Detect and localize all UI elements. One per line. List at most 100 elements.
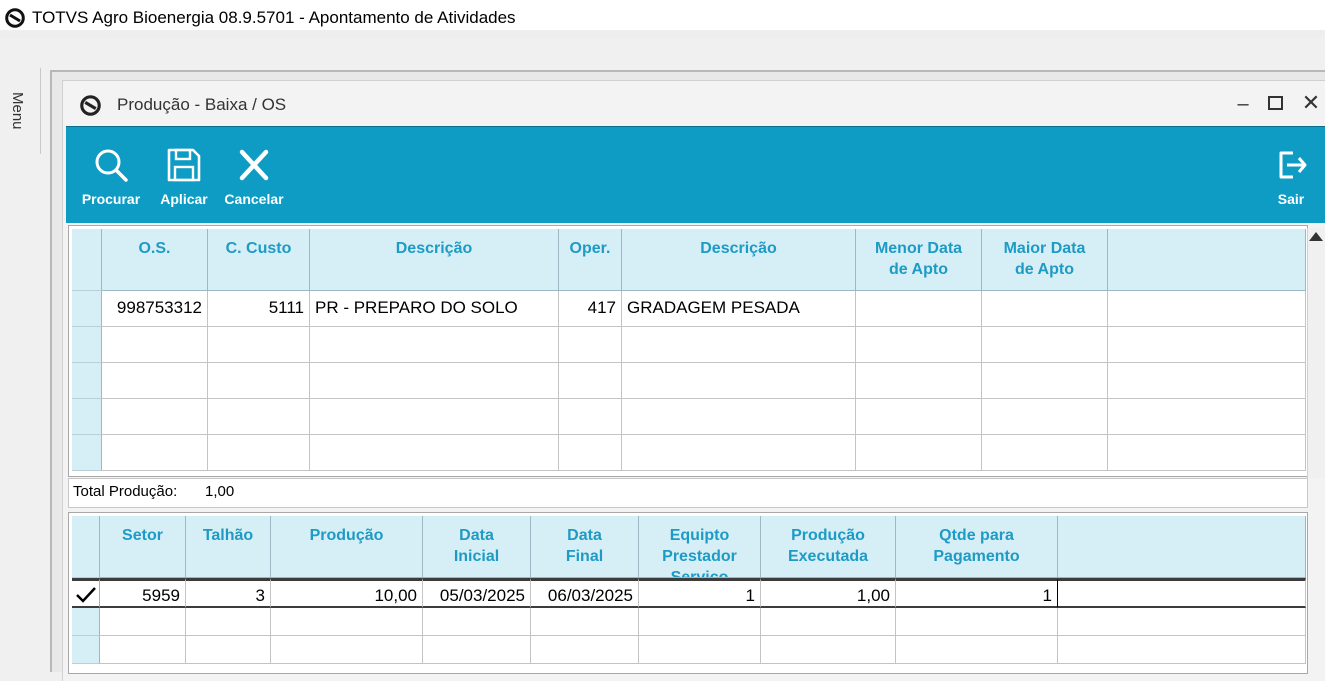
cell-data-final[interactable]: 06/03/2025	[531, 578, 639, 608]
col-header-os[interactable]: O.S.	[102, 229, 208, 291]
grid-cell-empty[interactable]	[982, 399, 1108, 435]
grid-cell-empty[interactable]	[186, 636, 271, 664]
grid-cell-empty[interactable]	[271, 636, 423, 664]
grid-cell-empty[interactable]	[856, 363, 982, 399]
grid-cell-empty[interactable]	[982, 435, 1108, 471]
grid-cell-empty[interactable]	[559, 399, 622, 435]
col-header-descricao[interactable]: Descrição	[310, 229, 559, 291]
vertical-scrollbar[interactable]	[1307, 228, 1325, 478]
header-line: Final	[565, 548, 604, 565]
cell-descricao[interactable]: PR - PREPARO DO SOLO	[310, 291, 559, 327]
grid-cell-empty[interactable]	[100, 608, 186, 636]
grid-cell-empty[interactable]	[896, 636, 1058, 664]
grid-cell-empty[interactable]	[1108, 435, 1306, 471]
grid-cell-empty[interactable]	[559, 435, 622, 471]
grid-cell-empty[interactable]	[1058, 608, 1306, 636]
grid-cell-empty[interactable]	[982, 327, 1108, 363]
checkmark-icon	[76, 587, 96, 603]
grid-cell-empty[interactable]	[761, 608, 896, 636]
row-selector[interactable]	[72, 399, 102, 435]
cell-menor-data[interactable]	[856, 291, 982, 327]
cell-data-inicial[interactable]: 05/03/2025	[423, 578, 531, 608]
grid-cell-empty[interactable]	[622, 399, 856, 435]
grid-cell-empty[interactable]	[622, 435, 856, 471]
grid-cell-empty[interactable]	[531, 608, 639, 636]
grid-cell-empty[interactable]	[208, 363, 310, 399]
col-header-equipto[interactable]: Equipto Prestador Serviço	[639, 516, 761, 578]
grid-cell-empty[interactable]	[1108, 363, 1306, 399]
grid-cell-empty[interactable]	[639, 608, 761, 636]
exit-button[interactable]: Sair	[1266, 127, 1316, 223]
col-header-qtde-pagamento[interactable]: Qtde para Pagamento	[896, 516, 1058, 578]
col-header-descricao-oper[interactable]: Descrição	[622, 229, 856, 291]
col-header-oper[interactable]: Oper.	[559, 229, 622, 291]
col-header-producao[interactable]: Produção	[271, 516, 423, 578]
grid-cell-empty[interactable]	[102, 399, 208, 435]
cell-oper[interactable]: 417	[559, 291, 622, 327]
row-selector[interactable]	[72, 327, 102, 363]
grid-cell-empty[interactable]	[423, 608, 531, 636]
row-selector[interactable]	[72, 608, 100, 636]
grid-cell-empty[interactable]	[896, 608, 1058, 636]
cell-os[interactable]: 998753312	[102, 291, 208, 327]
cell-maior-data[interactable]	[982, 291, 1108, 327]
grid-cell-empty[interactable]	[102, 327, 208, 363]
grid-cell-empty[interactable]	[559, 363, 622, 399]
grid-cell-empty[interactable]	[310, 363, 559, 399]
cell-c-custo[interactable]: 5111	[208, 291, 310, 327]
grid-cell-empty[interactable]	[208, 435, 310, 471]
grid-cell-empty[interactable]	[856, 327, 982, 363]
col-header-setor[interactable]: Setor	[100, 516, 186, 578]
grid-cell-empty[interactable]	[982, 363, 1108, 399]
grid-cell-empty[interactable]	[423, 636, 531, 664]
col-header-maior-data[interactable]: Maior Data de Apto	[982, 229, 1108, 291]
grid-cell-empty[interactable]	[856, 399, 982, 435]
cancel-button[interactable]: Cancelar	[220, 127, 288, 223]
col-header-data-final[interactable]: Data Final	[531, 516, 639, 578]
cell-setor[interactable]: 5959	[100, 578, 186, 608]
grid-cell-empty[interactable]	[186, 608, 271, 636]
grid-cell-empty[interactable]	[1108, 399, 1306, 435]
grid-cell-empty[interactable]	[102, 363, 208, 399]
grid-cell-empty[interactable]	[622, 363, 856, 399]
grid-cell-empty[interactable]	[639, 636, 761, 664]
row-selector-active[interactable]	[72, 578, 100, 608]
cell-producao-executada[interactable]: 1,00	[761, 578, 896, 608]
header-line: Maior Data	[1003, 240, 1086, 257]
grid-cell-empty[interactable]	[100, 636, 186, 664]
col-header-talhao[interactable]: Talhão	[186, 516, 271, 578]
cell-qtde-pagamento[interactable]: 1	[896, 578, 1058, 608]
grid-cell-empty[interactable]	[208, 327, 310, 363]
row-selector[interactable]	[72, 636, 100, 664]
row-selector[interactable]	[72, 291, 102, 327]
grid-cell-empty[interactable]	[271, 608, 423, 636]
minimize-button[interactable]: –	[1233, 92, 1253, 116]
grid-cell-empty[interactable]	[208, 399, 310, 435]
grid-cell-empty[interactable]	[1108, 327, 1306, 363]
grid-cell-empty[interactable]	[310, 399, 559, 435]
scroll-up-arrow-icon[interactable]	[1309, 232, 1323, 241]
grid-cell-empty[interactable]	[102, 435, 208, 471]
grid-cell-empty[interactable]	[1058, 636, 1306, 664]
col-header-producao-executada[interactable]: Produção Executada	[761, 516, 896, 578]
grid-cell-empty[interactable]	[310, 435, 559, 471]
grid-cell-empty[interactable]	[310, 327, 559, 363]
maximize-button[interactable]	[1266, 92, 1286, 116]
col-header-c-custo[interactable]: C. Custo	[208, 229, 310, 291]
grid-cell-empty[interactable]	[531, 636, 639, 664]
grid-cell-empty[interactable]	[856, 435, 982, 471]
cell-descricao-oper[interactable]: GRADAGEM PESADA	[622, 291, 856, 327]
grid-cell-empty[interactable]	[622, 327, 856, 363]
cell-producao[interactable]: 10,00	[271, 578, 423, 608]
cell-equipto[interactable]: 1	[639, 578, 761, 608]
grid-cell-empty[interactable]	[559, 327, 622, 363]
cell-talhao[interactable]: 3	[186, 578, 271, 608]
close-button[interactable]: ✕	[1300, 90, 1322, 116]
grid-cell-empty[interactable]	[761, 636, 896, 664]
col-header-data-inicial[interactable]: Data Inicial	[423, 516, 531, 578]
row-selector[interactable]	[72, 435, 102, 471]
row-selector[interactable]	[72, 363, 102, 399]
search-button[interactable]: Procurar	[78, 127, 144, 223]
col-header-menor-data[interactable]: Menor Data de Apto	[856, 229, 982, 291]
apply-button[interactable]: Aplicar	[154, 127, 214, 223]
